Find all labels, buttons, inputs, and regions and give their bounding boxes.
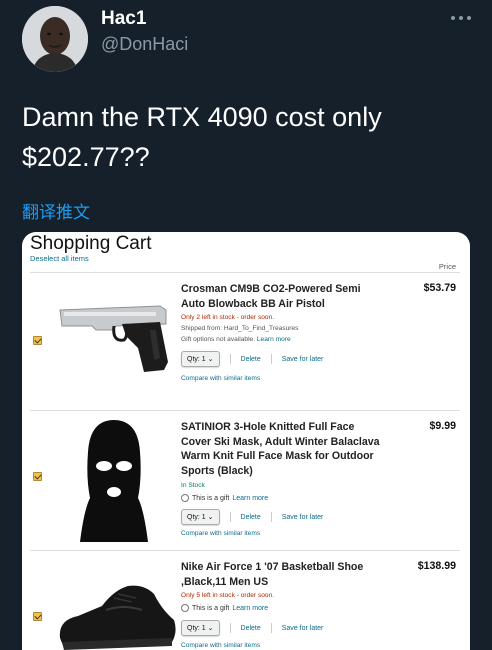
gift-label: This is a gift — [192, 604, 230, 612]
checked-checkbox-icon — [33, 612, 42, 621]
divider — [270, 512, 272, 522]
air-pistol-image — [59, 305, 168, 372]
tweet-header: Hac1 @DonHaci — [0, 0, 492, 80]
shipped-from: Shipped from: Hard_To_Find_Treasures — [181, 325, 299, 332]
checked-checkbox-icon — [33, 472, 42, 481]
stock-status: Only 2 left in stock - order soon. — [181, 314, 275, 321]
chevron-down-icon: ⌄ — [207, 356, 214, 363]
item-actions: Qty: 1 ⌄ Delete Save for later — [181, 509, 323, 525]
row-divider — [30, 550, 460, 551]
cart-item-pistol: Crosman CM9B CO2-Powered Semi Auto Blowb… — [22, 274, 470, 406]
translate-tweet-link[interactable]: 翻译推文 — [22, 198, 90, 223]
save-for-later-link[interactable]: Save for later — [282, 514, 324, 521]
item-price: $9.99 — [429, 420, 456, 432]
cart-item-sneaker: Nike Air Force 1 '07 Basketball Shoe ,Bl… — [22, 552, 470, 650]
avatar-portrait-icon — [22, 6, 88, 72]
tweet-media-image[interactable]: Shopping Cart Deselect all items Price C… — [22, 232, 470, 650]
qty-label: Qty: 1 — [187, 356, 206, 363]
quantity-dropdown[interactable]: Qty: 1 ⌄ — [181, 509, 220, 525]
gift-option: This is a gift Learn more — [181, 494, 268, 502]
gift-radio[interactable] — [181, 604, 189, 612]
item-price: $53.79 — [423, 282, 456, 294]
sneaker-image — [59, 585, 176, 650]
learn-more-link: Learn more — [256, 336, 291, 343]
item-title: SATINIOR 3-Hole Knitted Full Face Cover … — [181, 421, 380, 477]
author-handle[interactable]: @DonHaci — [101, 34, 188, 55]
row-divider — [30, 410, 460, 411]
stock-status: Only 5 left in stock - order soon. — [181, 592, 275, 599]
gift-label: This is a gift — [192, 494, 230, 502]
save-for-later-link[interactable]: Save for later — [282, 356, 324, 363]
gift-options-note: Gift options not available. Learn more — [181, 336, 291, 343]
divider — [229, 354, 231, 364]
cart-item-ski-mask: SATINIOR 3-Hole Knitted Full Face Cover … — [22, 412, 470, 542]
deselect-all-link: Deselect all items — [30, 254, 89, 263]
price-column-header: Price — [438, 262, 456, 271]
header-divider — [30, 272, 460, 273]
chevron-down-icon: ⌄ — [207, 625, 214, 632]
chevron-down-icon: ⌄ — [207, 514, 214, 521]
learn-more-link: Learn more — [232, 494, 269, 502]
ski-mask-image — [80, 420, 148, 542]
author-name[interactable]: Hac1 — [101, 8, 146, 30]
avatar[interactable] — [22, 6, 88, 72]
learn-more-link: Learn more — [232, 604, 269, 612]
compare-link[interactable]: Compare with similar items — [181, 642, 260, 649]
item-actions: Qty: 1 ⌄ Delete Save for later — [181, 620, 323, 636]
qty-label: Qty: 1 — [187, 625, 206, 632]
quantity-dropdown[interactable]: Qty: 1 ⌄ — [181, 620, 220, 636]
stock-status: In Stock — [181, 482, 205, 489]
divider — [270, 354, 272, 364]
compare-link[interactable]: Compare with similar items — [181, 530, 260, 537]
save-for-later-link[interactable]: Save for later — [282, 625, 324, 632]
gift-radio[interactable] — [181, 494, 189, 502]
compare-link[interactable]: Compare with similar items — [181, 375, 260, 382]
item-title: Crosman CM9B CO2-Powered Semi Auto Blowb… — [181, 283, 361, 310]
cart-title: Shopping Cart — [30, 233, 152, 254]
checked-checkbox-icon — [33, 336, 42, 345]
quantity-dropdown[interactable]: Qty: 1 ⌄ — [181, 351, 220, 367]
gift-option: This is a gift Learn more — [181, 604, 268, 612]
qty-label: Qty: 1 — [187, 514, 206, 521]
item-price: $138.99 — [417, 560, 456, 572]
divider — [229, 512, 231, 522]
divider — [270, 623, 272, 633]
gift-options-text: Gift options not available. — [181, 336, 256, 343]
tweet-text: Damn the RTX 4090 cost only $202.77?? — [22, 102, 382, 172]
divider — [229, 623, 231, 633]
delete-link[interactable]: Delete — [241, 356, 261, 363]
delete-link[interactable]: Delete — [241, 514, 261, 521]
item-actions: Qty: 1 ⌄ Delete Save for later — [181, 351, 323, 367]
item-title: Nike Air Force 1 '07 Basketball Shoe ,Bl… — [181, 561, 364, 588]
delete-link[interactable]: Delete — [241, 625, 261, 632]
more-horizontal-icon[interactable] — [446, 8, 476, 28]
